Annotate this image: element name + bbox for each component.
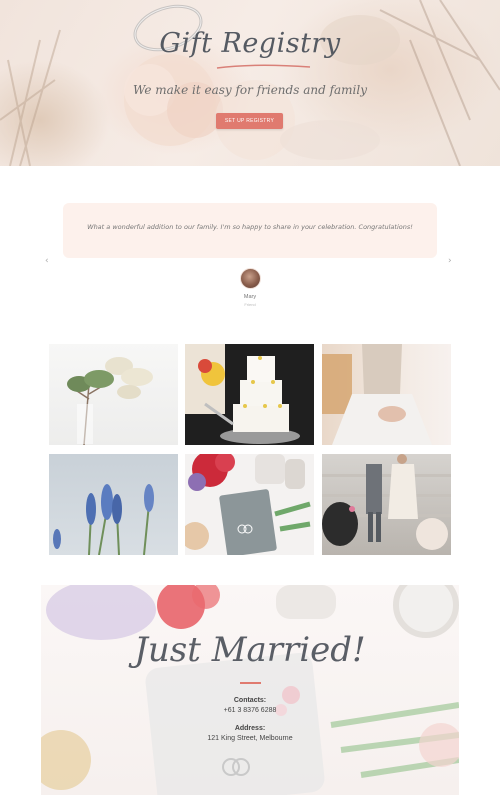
author-avatar (240, 268, 261, 289)
just-married-section (41, 585, 459, 795)
gallery-image-wedding-cake[interactable] (185, 344, 314, 445)
couple-illustration (322, 454, 451, 550)
wedding-cake-illustration (185, 344, 300, 444)
just-married-background-photo (41, 585, 459, 795)
carousel-next-arrow-icon[interactable]: › (448, 256, 452, 266)
title-divider (240, 682, 261, 684)
hyacinth-illustration (53, 484, 154, 555)
just-married-title: Just Married! (134, 630, 366, 670)
hero-subtitle: We make it easy for friends and family (133, 83, 367, 97)
gallery-image-flower-branch[interactable] (49, 344, 178, 445)
gallery-image-couple-steps[interactable] (322, 454, 451, 555)
invitation-illustration (185, 454, 311, 555)
testimonial-quote: What a wonderful addition to our family.… (87, 223, 413, 231)
title-underline-swash (216, 64, 311, 69)
gallery-image-invitation-rings[interactable] (185, 454, 314, 555)
testimonial-author-role: Friend (244, 302, 256, 307)
address-label: Address: (234, 725, 266, 732)
hero-banner: Gift Registry We make it easy for friend… (0, 0, 500, 166)
contact-phone[interactable]: +61 3 8376 6288 (0, 707, 500, 714)
bride-dress-illustration (322, 344, 432, 445)
testimonial-author-name: Mary (243, 294, 257, 300)
hero-title: Gift Registry (159, 28, 341, 59)
contacts-label: Contacts: (233, 697, 267, 704)
carousel-prev-arrow-icon[interactable]: ‹ (45, 256, 49, 266)
gallery-image-bride-dress[interactable] (322, 344, 451, 445)
flower-branch-illustration (67, 357, 153, 445)
gallery-image-hyacinth[interactable] (49, 454, 178, 555)
setup-registry-button[interactable]: SET UP REGISTRY (216, 113, 283, 129)
contact-address: 121 King Street, Melbourne (207, 735, 293, 742)
